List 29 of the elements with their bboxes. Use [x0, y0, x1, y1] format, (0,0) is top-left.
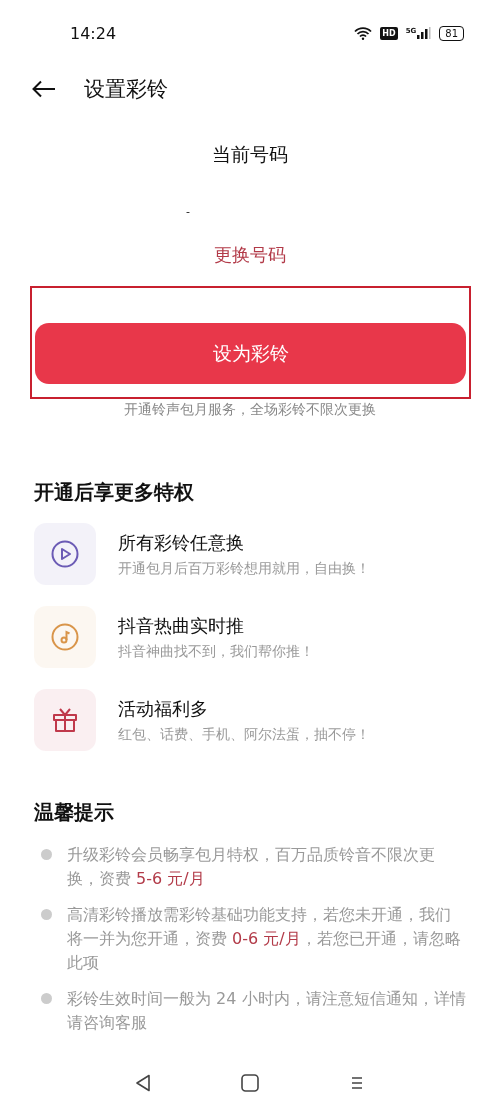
set-ringtone-button[interactable]: 设为彩铃 — [35, 323, 466, 384]
feature-description: 抖音神曲找不到，我们帮你推！ — [118, 642, 314, 661]
change-number-link[interactable]: 更换号码 — [214, 243, 286, 267]
wifi-icon — [354, 26, 373, 40]
feature-description: 红包、话费、手机、阿尔法蛋，抽不停！ — [118, 725, 370, 744]
bullet-dot — [41, 909, 52, 920]
phone-number: - — [186, 204, 190, 220]
tip-text: 升级彩铃会员畅享包月特权，百万品质铃音不限次更换，资费 5-6 元/月 — [67, 844, 436, 890]
signal-icon — [417, 27, 432, 39]
feature-title: 抖音热曲实时推 — [118, 613, 245, 638]
section-title: 开通后享更多特权 — [34, 479, 195, 506]
feature-title: 所有彩铃任意换 — [118, 530, 245, 555]
hd-badge: HD — [380, 26, 398, 40]
feature-description: 开通包月后百万彩铃想用就用，自由换！ — [118, 559, 370, 578]
recents-nav-icon[interactable] — [349, 1074, 365, 1092]
status-time: 14:24 — [70, 23, 117, 43]
service-note: 开通铃声包月服务，全场彩铃不限次更换 — [123, 401, 377, 419]
bullet-dot — [41, 993, 52, 1004]
back-nav-icon[interactable] — [135, 1074, 151, 1092]
current-number-label: 当前号码 — [211, 142, 289, 166]
home-nav-icon[interactable] — [241, 1074, 259, 1092]
feature-title: 活动福利多 — [118, 696, 209, 721]
tip-text: 高清彩铃播放需彩铃基础功能支持，若您未开通，我们将一并为您开通，资费 0-6 元/月，若您已开通，请忽略此项 — [67, 904, 462, 974]
bullet-dot — [41, 849, 52, 860]
section-title: 温馨提示 — [34, 799, 115, 826]
battery-indicator: 81 — [439, 25, 464, 41]
back-arrow-icon[interactable] — [32, 80, 56, 98]
tip-text: 彩铃生效时间一般为 24 小时内，请注意短信通知，详情请咨询客服 — [67, 988, 466, 1031]
page-title: 设置彩铃 — [84, 76, 168, 103]
